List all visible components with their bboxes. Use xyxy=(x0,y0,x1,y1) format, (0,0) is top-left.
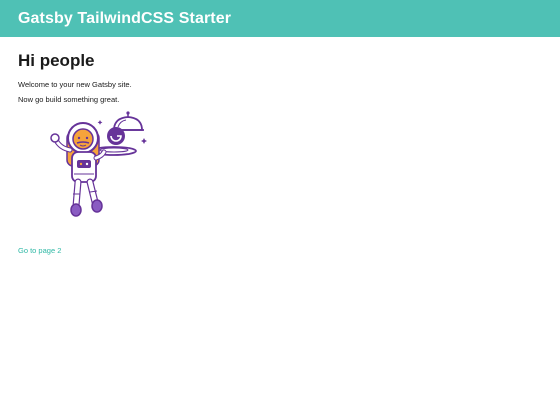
welcome-text: Welcome to your new Gatsby site. xyxy=(18,80,132,89)
build-text: Now go build something great. xyxy=(18,95,120,104)
astronaut-waiter-icon xyxy=(50,111,147,217)
site-header: Gatsby TailwindCSS Starter xyxy=(0,0,560,37)
page-2-link[interactable]: Go to page 2 xyxy=(18,246,61,255)
page-title: Hi people xyxy=(18,51,95,70)
main-content: Hi people Welcome to your new Gatsby sit… xyxy=(0,37,560,258)
site-title-link[interactable]: Gatsby TailwindCSS Starter xyxy=(18,10,231,28)
